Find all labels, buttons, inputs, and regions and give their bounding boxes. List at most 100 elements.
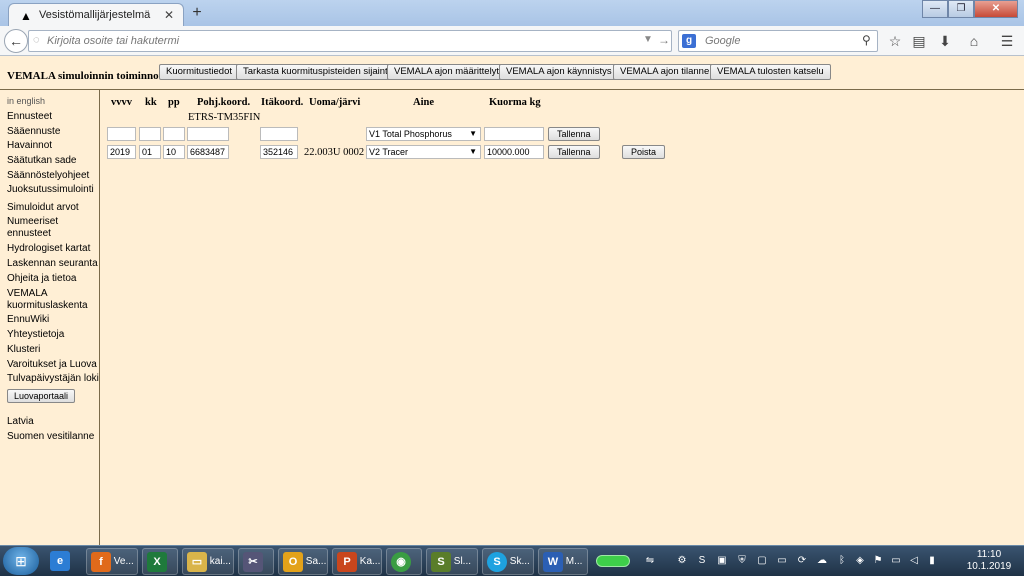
skype-tray-icon[interactable]: S <box>696 554 708 568</box>
east-coord-input[interactable]: 352146 <box>260 145 298 159</box>
taskbar-outlook[interactable]: O Sa... <box>278 548 328 575</box>
google-icon[interactable]: g <box>682 34 696 48</box>
sidebar-item-saatutkan-sade[interactable]: Säätutkan sade <box>7 155 77 167</box>
bookmark-star-icon[interactable]: ☆ <box>885 31 905 51</box>
run-start-button[interactable]: VEMALA ajon käynnistys <box>499 64 619 80</box>
network-icon[interactable]: ⇋ <box>644 554 656 568</box>
sidebar-item-juoksutussimulointi[interactable]: Juoksutussimulointi <box>7 184 94 196</box>
firefox-icon: f <box>91 552 111 572</box>
menu-icon[interactable]: ☰ <box>997 31 1017 51</box>
sidebar-item-ennusteet[interactable]: Ennusteet <box>7 111 52 123</box>
sidebar-item-numeeriset[interactable]: Numeeriset <box>7 216 58 228</box>
ie-icon[interactable]: e <box>46 548 82 575</box>
sidebar-item-varoitukset[interactable]: Varoitukset ja Luova <box>7 359 97 371</box>
delete-button[interactable]: Poista <box>622 145 666 159</box>
sidebar-item-latvia[interactable]: Latvia <box>7 416 34 428</box>
sidebar-item-klusteri[interactable]: Klusteri <box>7 344 40 356</box>
bookmarks-list-icon[interactable]: ▤ <box>909 31 929 51</box>
load-input[interactable]: 10000.000 <box>484 145 544 159</box>
tab-close-icon[interactable]: ✕ <box>164 8 174 22</box>
monitor-icon[interactable]: ▭ <box>890 554 902 568</box>
new-substance-select[interactable]: V1 Total Phosphorus ▼ <box>366 127 481 141</box>
new-day-input[interactable] <box>163 127 185 141</box>
sidebar-item-simuloidut-arvot[interactable]: Simuloidut arvot <box>7 202 79 214</box>
check-load-points-button[interactable]: Tarkasta kuormituspisteiden sijainti <box>236 64 397 80</box>
taskbar-snipping[interactable]: ✂ <box>238 548 274 575</box>
start-button[interactable]: ⊞ <box>3 547 39 575</box>
header-north-coord: Pohj.koord. <box>197 97 251 108</box>
sidebar-item-yhteystietoja[interactable]: Yhteystietoja <box>7 329 64 341</box>
bluetooth-icon[interactable]: ᛒ <box>836 554 848 568</box>
cloud-icon[interactable]: ☁ <box>816 554 828 568</box>
view-results-button[interactable]: VEMALA tulosten katselu <box>710 64 831 80</box>
mute-icon[interactable]: ◁ <box>908 554 920 568</box>
battery-status-icon[interactable] <box>596 555 630 567</box>
day-input[interactable]: 10 <box>163 145 185 159</box>
save-button[interactable]: Tallenna <box>548 145 600 159</box>
load-data-button[interactable]: Kuormitustiedot <box>159 64 240 80</box>
new-year-input[interactable] <box>107 127 136 141</box>
run-status-button[interactable]: VEMALA ajon tilanne <box>613 64 717 80</box>
taskbar-word[interactable]: W M... <box>538 548 588 575</box>
search-placeholder: Google <box>705 35 741 47</box>
sidebar-item-saaennuste[interactable]: Sääennuste <box>7 126 60 138</box>
sidebar-item-vemala[interactable]: VEMALA <box>7 288 48 300</box>
minimize-button[interactable]: — <box>922 0 948 18</box>
sidebar-item-havainnot[interactable]: Havainnot <box>7 140 52 152</box>
window-icon[interactable]: ▭ <box>776 554 788 568</box>
settings-gear-icon[interactable]: ⚙ <box>676 554 688 568</box>
browser-tab[interactable]: ▲ Vesistömallijärjestelmä ✕ <box>8 3 184 26</box>
lock-icon[interactable]: ▣ <box>716 554 728 568</box>
new-month-input[interactable] <box>139 127 161 141</box>
updates-icon[interactable]: ◈ <box>854 554 866 568</box>
sidebar-item-laskennan-seuranta[interactable]: Laskennan seuranta <box>7 258 98 270</box>
sidebar-item-saannostelyohjeet[interactable]: Säännöstelyohjeet <box>7 170 89 182</box>
sidebar-item-tulvapaivystaja[interactable]: Tulvapäivystäjän loki <box>7 373 99 385</box>
taskbar-powerpoint[interactable]: P Ka... <box>332 548 382 575</box>
flag-icon[interactable]: ⚑ <box>872 554 884 568</box>
signal-icon[interactable]: ▮ <box>926 554 938 568</box>
luovaportaali-button[interactable]: Luovaportaali <box>7 389 76 403</box>
sidebar-item-hydrologiset-kartat[interactable]: Hydrologiset kartat <box>7 243 90 255</box>
year-input[interactable]: 2019 <box>107 145 136 159</box>
north-coord-input[interactable]: 6683487 <box>187 145 229 159</box>
month-input[interactable]: 01 <box>139 145 161 159</box>
history-dropdown-icon[interactable]: ▼ <box>643 34 653 45</box>
new-east-input[interactable] <box>260 127 298 141</box>
download-icon[interactable]: ⬇ <box>935 31 955 51</box>
run-definitions-button[interactable]: VEMALA ajon määrittelyt <box>387 64 507 80</box>
go-arrow-icon[interactable]: → <box>658 33 670 47</box>
search-bar[interactable]: g Google ⚲ <box>678 30 878 52</box>
back-button[interactable]: ← <box>4 29 28 53</box>
substance-select[interactable]: V2 Tracer ▼ <box>366 145 481 159</box>
taskbar-skype[interactable]: S Sk... <box>482 548 534 575</box>
sync-icon[interactable]: ⟳ <box>796 554 808 568</box>
new-save-button[interactable]: Tallenna <box>548 127 600 141</box>
taskbar-firefox[interactable]: f Ve... <box>86 548 138 575</box>
browser-navbar: ← ◌ Kirjoita osoite tai hakutermi ▼ → g … <box>0 26 1024 56</box>
sidebar-item-ennusteet-2[interactable]: ennusteet <box>7 228 51 240</box>
address-bar[interactable]: ◌ Kirjoita osoite tai hakutermi ▼ → <box>28 30 672 52</box>
display-icon[interactable]: ▢ <box>756 554 768 568</box>
sidebar-item-suomen-vesitilanne[interactable]: Suomen vesitilanne <box>7 431 94 443</box>
new-load-input[interactable] <box>484 127 544 141</box>
restore-button[interactable]: ❐ <box>948 0 974 18</box>
close-window-button[interactable]: ✕ <box>974 0 1018 18</box>
language-link[interactable]: in english <box>7 96 45 106</box>
sidebar-item-kuormituslaskenta[interactable]: kuormituslaskenta <box>7 300 88 312</box>
sidebar-item-ohjeita[interactable]: Ohjeita ja tietoa <box>7 273 77 285</box>
new-north-input[interactable] <box>187 127 229 141</box>
search-icon[interactable]: ⚲ <box>862 33 871 47</box>
system-clock[interactable]: 11:10 10.1.2019 <box>966 549 1012 573</box>
taskbar-excel[interactable]: X <box>142 548 178 575</box>
window-controls: — ❐ ✕ <box>922 0 1018 18</box>
home-icon[interactable]: ⌂ <box>964 31 984 51</box>
taskbar-folder[interactable]: ▭ kai... <box>182 548 234 575</box>
new-tab-button[interactable]: + <box>188 3 206 23</box>
taskbar-chrome[interactable]: ◉ <box>386 548 422 575</box>
shield-icon[interactable]: ⛨ <box>736 554 748 568</box>
excel-icon: X <box>147 552 167 572</box>
taskbar-sl[interactable]: S Sl... <box>426 548 478 575</box>
powerpoint-icon: P <box>337 552 357 572</box>
sidebar-item-ennuwiki[interactable]: EnnuWiki <box>7 314 49 326</box>
